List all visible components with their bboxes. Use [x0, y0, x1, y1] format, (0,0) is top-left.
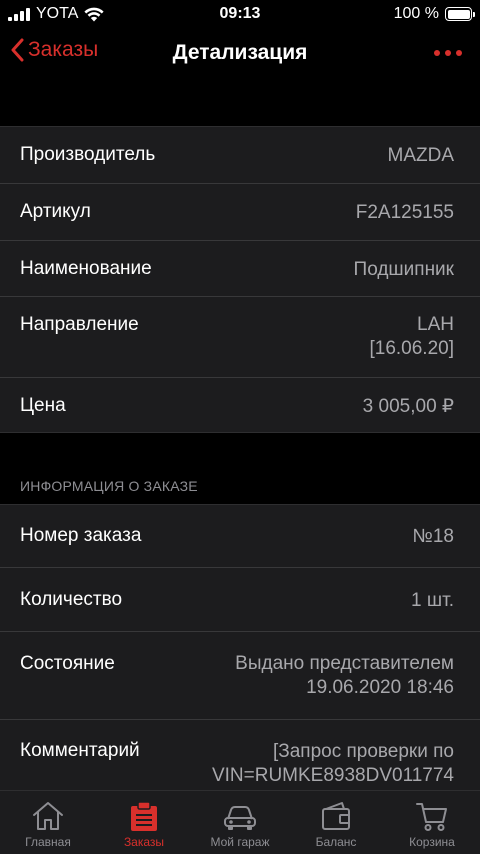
battery-percent: 100 % — [393, 5, 439, 22]
more-options-icon[interactable] — [434, 50, 462, 56]
battery-icon — [445, 7, 475, 21]
tab-orders[interactable]: Заказы — [96, 791, 192, 854]
detail-value-line: Выдано представителем — [235, 653, 454, 674]
wallet-icon — [322, 802, 350, 830]
detail-value-line: 19.06.2020 18:46 — [306, 677, 454, 698]
detail-value-line: [Запрос проверки по — [272, 741, 454, 762]
detail-label: Производитель — [20, 144, 156, 165]
detail-row-name: Наименование Подшипник — [0, 241, 480, 297]
tab-bar: Главная Заказы Мой гараж Баланс Корзина — [0, 790, 480, 854]
detail-value-line: LAH — [417, 314, 454, 335]
detail-value-line: [16.06.20] — [369, 338, 454, 359]
tab-label: Мой гараж — [210, 835, 270, 849]
detail-label: Направление — [20, 314, 139, 335]
tab-cart[interactable]: Корзина — [384, 791, 480, 854]
detail-value: F2A125155 — [355, 202, 454, 223]
item-details-group: Производитель MAZDA Артикул F2A125155 На… — [0, 126, 480, 433]
orders-icon — [131, 801, 157, 831]
tab-label: Заказы — [123, 835, 165, 849]
order-row-comment: Комментарий [Запрос проверки по VIN=RUMK… — [0, 720, 480, 790]
price-value: 3 005,00 ₽ — [362, 396, 454, 417]
order-row-quantity: Количество 1 шт. — [0, 568, 480, 632]
detail-row-direction: Направление LAH [16.06.20] — [0, 297, 480, 378]
detail-value: №18 — [412, 526, 454, 547]
tab-label: Главная — [25, 835, 71, 849]
detail-row-manufacturer: Производитель MAZDA — [0, 127, 480, 184]
order-info-section-header: ИНФОРМАЦИЯ О ЗАКАЗЕ — [20, 478, 198, 494]
order-row-status: Состояние Выдано представителем 19.06.20… — [0, 632, 480, 720]
detail-label: Комментарий — [20, 740, 140, 761]
tab-label: Корзина — [409, 835, 455, 849]
detail-row-article: Артикул F2A125155 — [0, 184, 480, 241]
detail-label: Наименование — [20, 258, 152, 279]
detail-value: Подшипник — [353, 259, 454, 280]
detail-label: Количество — [20, 589, 123, 610]
tab-my-garage[interactable]: Мой гараж — [192, 791, 288, 854]
page-title: Детализация — [172, 41, 308, 64]
status-bar: YOTA 09:13 100 % — [0, 0, 480, 28]
tab-label: Баланс — [315, 835, 357, 849]
status-right: 100 % — [393, 5, 475, 23]
detail-row-price: Цена 3 005,00 ₽ — [0, 378, 480, 433]
tab-balance[interactable]: Баланс — [288, 791, 384, 854]
detail-content: Производитель MAZDA Артикул F2A125155 На… — [0, 80, 480, 790]
detail-value: MAZDA — [387, 145, 455, 166]
detail-label: Артикул — [20, 201, 91, 222]
detail-label: Номер заказа — [20, 525, 142, 546]
detail-value-line: VIN=RUMKE8938DV011774 — [211, 765, 454, 786]
cart-icon — [416, 803, 447, 831]
detail-value: 1 шт. — [411, 590, 454, 611]
tab-home[interactable]: Главная — [0, 791, 96, 854]
home-icon — [33, 802, 63, 830]
navigation-bar: Заказы Детализация — [0, 28, 480, 80]
detail-value: Выдано представителем 19.06.2020 18:46 — [235, 652, 454, 700]
order-row-number: Номер заказа №18 — [0, 505, 480, 568]
detail-label: Цена — [20, 395, 66, 416]
car-icon — [224, 806, 256, 830]
detail-value: LAH [16.06.20] — [369, 313, 454, 361]
detail-value: [Запрос проверки по VIN=RUMKE8938DV01177… — [212, 740, 454, 788]
detail-label: Состояние — [20, 653, 115, 674]
order-info-group: Номер заказа №18 Количество 1 шт. Состоя… — [0, 504, 480, 790]
